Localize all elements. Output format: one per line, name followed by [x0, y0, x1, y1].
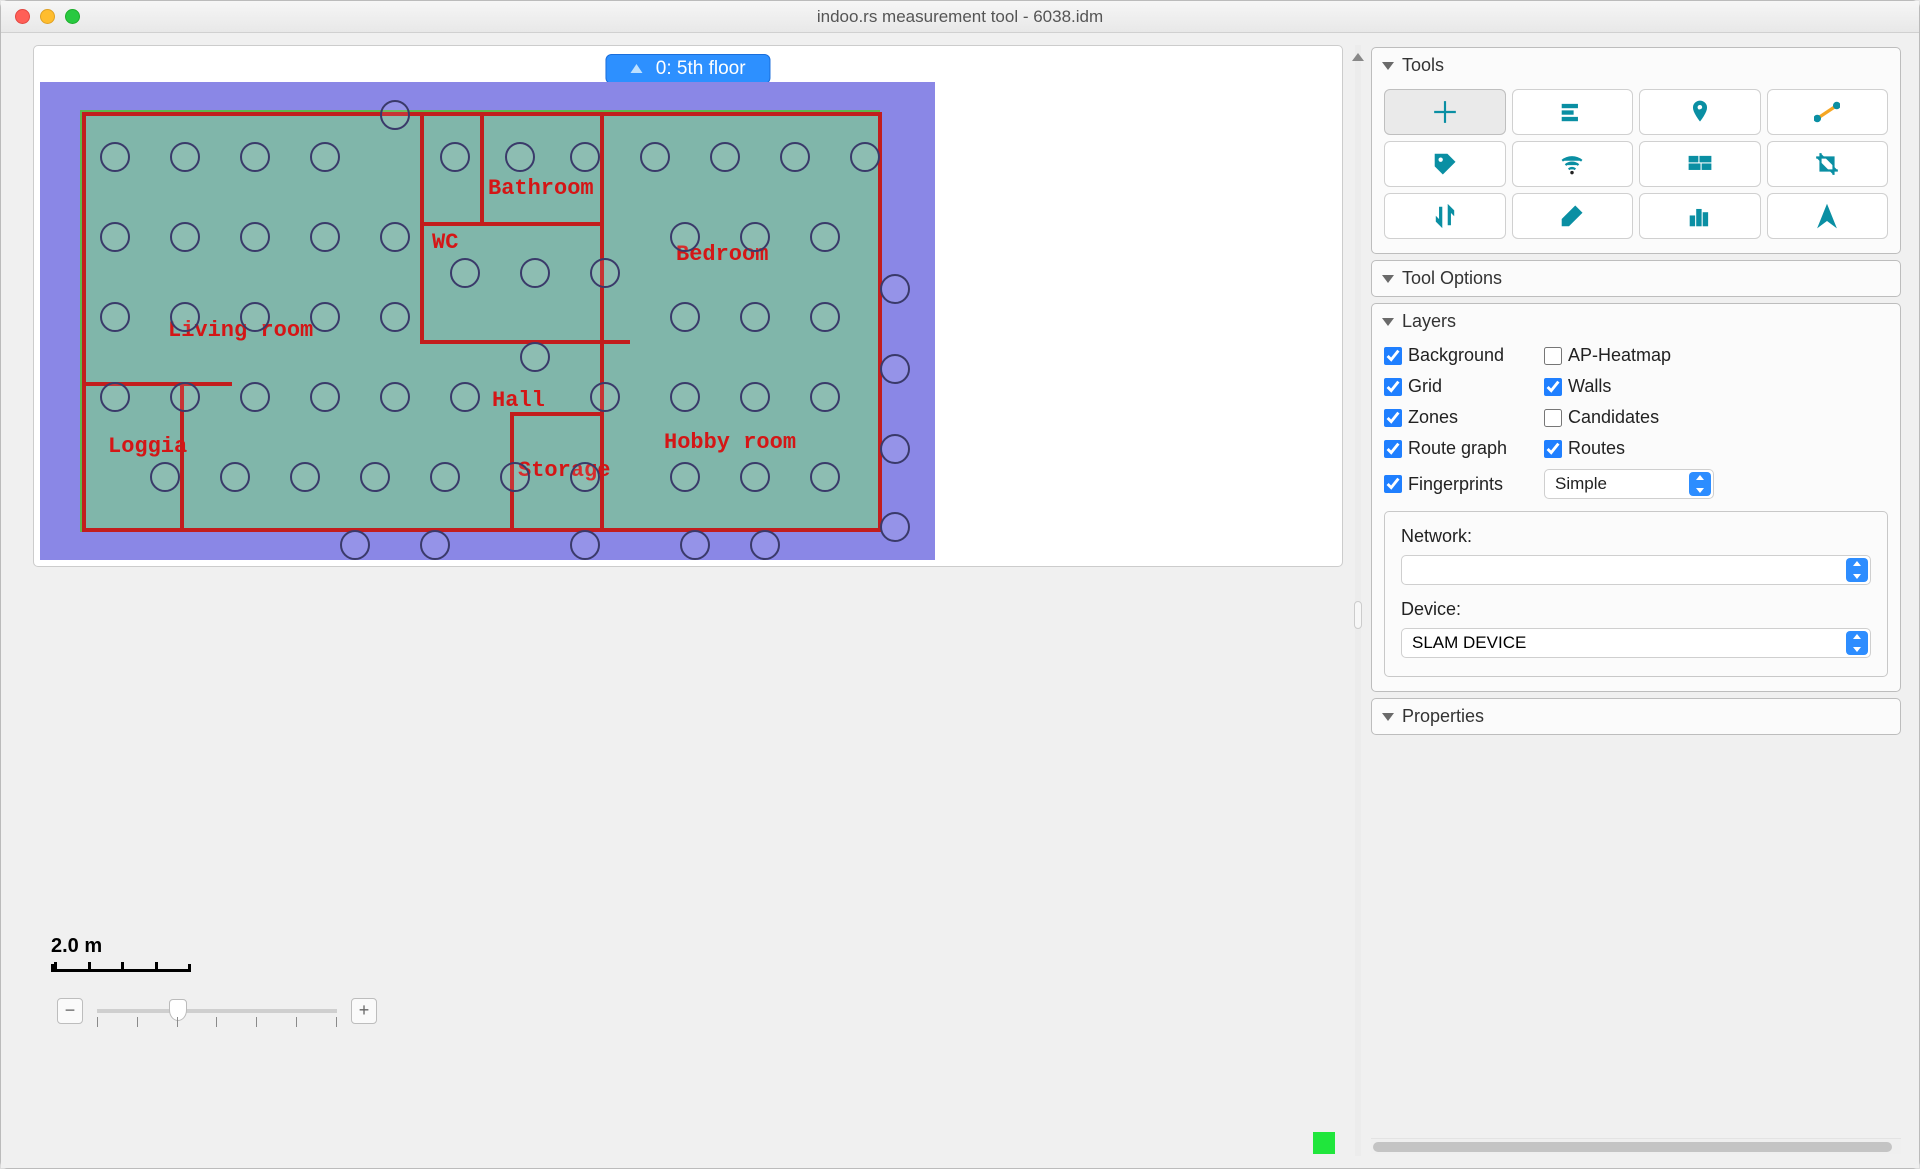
zoom-controls: − +	[57, 998, 377, 1024]
wifi-icon	[1559, 151, 1585, 177]
properties-panel: Properties	[1371, 698, 1901, 735]
crop-icon	[1814, 151, 1840, 177]
eraser-icon	[1559, 203, 1585, 229]
tool-measure-line[interactable]	[1767, 89, 1889, 135]
side-panel: Tools	[1361, 33, 1919, 1168]
chk-background[interactable]: Background	[1384, 345, 1534, 366]
chevron-updown-icon	[1846, 558, 1868, 582]
tools-title: Tools	[1402, 55, 1444, 76]
network-label: Network:	[1401, 526, 1871, 547]
tool-histogram[interactable]	[1639, 193, 1761, 239]
swap-icon	[1432, 203, 1458, 229]
tool-options-header[interactable]: Tool Options	[1372, 261, 1900, 296]
fingerprints-mode-value: Simple	[1555, 474, 1607, 494]
tool-crosshair[interactable]	[1384, 89, 1506, 135]
device-label: Device:	[1401, 599, 1871, 620]
layers-panel: Layers Background AP-Heatmap Grid Walls …	[1371, 303, 1901, 692]
status-indicator-icon	[1313, 1132, 1335, 1154]
tool-eraser[interactable]	[1512, 193, 1634, 239]
side-scrollbar[interactable]	[1371, 1138, 1901, 1154]
info-tag-icon	[1432, 151, 1458, 177]
main-pane: 0: 5th floor	[1, 33, 1355, 1168]
tools-panel: Tools	[1371, 47, 1901, 254]
zoom-in-button[interactable]: +	[351, 998, 377, 1024]
tool-navigate[interactable]	[1767, 193, 1889, 239]
chk-routes[interactable]: Routes	[1544, 438, 1714, 459]
zoom-out-button[interactable]: −	[57, 998, 83, 1024]
room-label-bath: Bathroom	[488, 176, 594, 201]
tool-swap[interactable]	[1384, 193, 1506, 239]
tool-crop[interactable]	[1767, 141, 1889, 187]
chk-candidates[interactable]: Candidates	[1544, 407, 1714, 428]
chk-ap-heatmap[interactable]: AP-Heatmap	[1544, 345, 1714, 366]
scrollbar-thumb[interactable]	[1373, 1142, 1892, 1152]
chk-walls[interactable]: Walls	[1544, 376, 1714, 397]
measure-line-icon	[1814, 99, 1840, 125]
canvas-container: 0: 5th floor	[33, 45, 1343, 567]
room-label-wc: WC	[432, 230, 458, 255]
pane-divider[interactable]	[1355, 45, 1361, 1156]
room-label-hobby: Hobby room	[664, 430, 796, 455]
pin-icon	[1687, 99, 1713, 125]
titlebar: indoo.rs measurement tool - 6038.idm	[1, 1, 1919, 33]
align-icon	[1559, 99, 1585, 125]
network-device-group: Network: Device: SLAM DEVICE	[1384, 511, 1888, 677]
layers-header[interactable]: Layers	[1372, 304, 1900, 339]
tool-options-title: Tool Options	[1402, 268, 1502, 289]
chevron-down-icon	[1382, 275, 1394, 283]
device-value: SLAM DEVICE	[1412, 633, 1526, 653]
chk-route-graph[interactable]: Route graph	[1384, 438, 1534, 459]
layers-checkboxes: Background AP-Heatmap Grid Walls Zones C…	[1384, 345, 1888, 499]
tool-options-panel: Tool Options	[1371, 260, 1901, 297]
layers-title: Layers	[1402, 311, 1456, 332]
tool-wifi[interactable]	[1512, 141, 1634, 187]
tool-align[interactable]	[1512, 89, 1634, 135]
chevron-down-icon	[1382, 318, 1394, 326]
chevron-down-icon	[1382, 62, 1394, 70]
chk-fingerprints[interactable]: Fingerprints	[1384, 469, 1534, 499]
scale-label: 2.0 m	[51, 935, 102, 958]
tools-header[interactable]: Tools	[1372, 48, 1900, 83]
chk-grid[interactable]: Grid	[1384, 376, 1534, 397]
chevron-down-icon	[1382, 713, 1394, 721]
room-label-loggia: Loggia	[108, 434, 187, 459]
properties-header[interactable]: Properties	[1372, 699, 1900, 734]
divider-grip-icon[interactable]	[1354, 601, 1362, 629]
chevron-updown-icon	[1689, 472, 1711, 496]
fingerprints-mode-select[interactable]: Simple	[1544, 469, 1714, 499]
chevron-updown-icon	[1846, 631, 1868, 655]
tool-wall[interactable]	[1639, 141, 1761, 187]
floorplan-canvas[interactable]: Living room Loggia WC Bathroom Bedroom H…	[40, 82, 935, 560]
floor-label: 0: 5th floor	[656, 58, 746, 79]
content: 0: 5th floor	[1, 33, 1919, 1168]
tool-pin[interactable]	[1639, 89, 1761, 135]
navigate-icon	[1814, 203, 1840, 229]
properties-title: Properties	[1402, 706, 1484, 727]
app-window: indoo.rs measurement tool - 6038.idm 0: …	[0, 0, 1920, 1169]
wall-icon	[1687, 151, 1713, 177]
floor-selector[interactable]: 0: 5th floor	[605, 54, 770, 84]
device-select[interactable]: SLAM DEVICE	[1401, 628, 1871, 658]
chk-zones[interactable]: Zones	[1384, 407, 1534, 428]
room-label-hall: Hall	[492, 388, 545, 413]
histogram-icon	[1687, 203, 1713, 229]
tool-info-tag[interactable]	[1384, 141, 1506, 187]
window-title: indoo.rs measurement tool - 6038.idm	[1, 7, 1919, 27]
crosshair-icon	[1432, 99, 1458, 125]
zoom-slider[interactable]	[97, 1009, 337, 1013]
network-select[interactable]	[1401, 555, 1871, 585]
scale-bar	[51, 964, 191, 972]
tools-grid	[1384, 89, 1888, 239]
